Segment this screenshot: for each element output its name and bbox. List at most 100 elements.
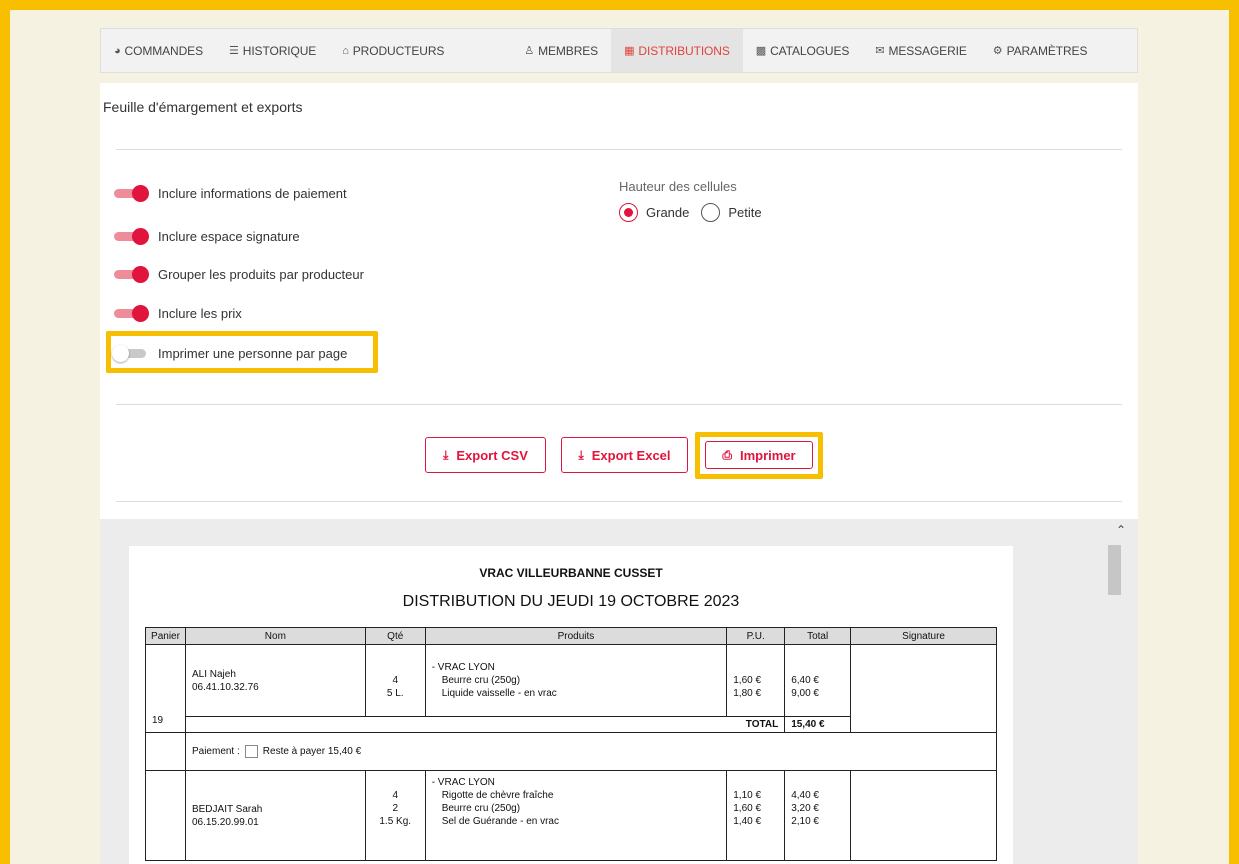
toggle-signature-space[interactable]: Inclure espace signature (114, 228, 300, 245)
total-cell: 4,40 € 3,20 € 2,10 € (784, 770, 852, 861)
cell-height-radios: Grande Petite (619, 203, 762, 222)
line-total: 2,10 € (791, 816, 819, 827)
toggle-switch[interactable] (112, 345, 150, 362)
panier-cell (145, 770, 186, 861)
producer-name: - VRAC LYON (431, 777, 495, 788)
pu-cell: 1,60 € 1,80 € (726, 644, 786, 717)
empty-cell (145, 732, 186, 771)
distribution-table: Panier Nom Qté Produits P.U. Total Signa… (145, 627, 998, 861)
product-name: Rigotte de chèvre fraîche (441, 790, 554, 801)
nav-catalogues[interactable]: ▩ CATALOGUES (743, 29, 863, 72)
divider (116, 149, 1122, 150)
farmer-icon: ⌂ (342, 44, 349, 57)
signature-cell (850, 644, 997, 733)
header-signature: Signature (850, 627, 997, 645)
toggle-include-prices[interactable]: Inclure les prix (114, 305, 242, 322)
toggle-switch[interactable] (114, 305, 150, 322)
nav-historique[interactable]: ☰ HISTORIQUE (216, 29, 329, 72)
qty-cell: 4 5 L. (364, 644, 426, 717)
nav-messagerie-label: MESSAGERIE (888, 43, 967, 58)
divider (116, 501, 1122, 502)
export-panel: Feuille d'émargement et exports Inclure … (100, 83, 1138, 519)
sheet-org: VRAC VILLEURBANNE CUSSET (479, 566, 663, 580)
unit-price: 1,10 € (733, 790, 762, 801)
toggle-payment-info[interactable]: Inclure informations de paiement (114, 185, 347, 202)
export-csv-button[interactable]: ⤓ Export CSV (425, 437, 546, 473)
nav-parametres-label: PARAMÈTRES (1006, 43, 1088, 58)
nav-producteurs[interactable]: ⌂ PRODUCTEURS (329, 29, 457, 72)
toggle-label: Inclure espace signature (158, 228, 300, 244)
member-cell: ALI Najeh 06.41.10.32.76 (184, 644, 366, 717)
main-nav: ◕ COMMANDES ☰ HISTORIQUE ⌂ PRODUCTEURS ♙… (100, 28, 1138, 73)
header-panier: Panier (145, 627, 186, 645)
print-preview[interactable]: ⌃ VRAC VILLEURBANNE CUSSET DISTRIBUTION … (100, 519, 1138, 864)
download-icon: ⤓ (578, 447, 584, 462)
member-cell: BEDJAIT Sarah 06.15.20.99.01 (184, 770, 366, 861)
table-header: Panier Nom Qté Produits P.U. Total Signa… (145, 627, 997, 645)
radio-petite-label: Petite (728, 205, 762, 220)
nav-membres-label: MEMBRES (538, 43, 599, 58)
toggle-switch[interactable] (114, 228, 150, 245)
total-label: TOTAL (184, 716, 786, 733)
signature-cell (850, 770, 997, 861)
export-excel-button[interactable]: ⤓ Export Excel (561, 437, 688, 473)
payment-cell: Paiement : Reste à payer 15,40 € (184, 732, 998, 771)
basket-icon: ◕ (114, 44, 121, 57)
panel-title: Feuille d'émargement et exports (103, 99, 303, 115)
total-value: 15,40 € (784, 716, 852, 733)
print-button[interactable]: ⎙ Imprimer (705, 441, 813, 469)
producer-name: - VRAC LYON (431, 662, 495, 673)
header-nom: Nom (184, 627, 366, 645)
payment-label: Paiement : (191, 746, 240, 758)
unit-price: 1,80 € (733, 688, 762, 699)
line-total: 6,40 € (791, 675, 819, 686)
nav-distributions-label: DISTRIBUTIONS (638, 43, 730, 58)
radio-grande[interactable] (619, 203, 638, 222)
printer-icon: ⎙ (722, 447, 732, 462)
radio-grande-label: Grande (646, 205, 690, 220)
radio-petite[interactable] (701, 203, 721, 222)
member-name: BEDJAIT Sarah (191, 804, 263, 815)
pu-cell: 1,10 € 1,60 € 1,40 € (726, 770, 786, 861)
header-pu: P.U. (726, 627, 786, 645)
toggle-group-by-producer[interactable]: Grouper les produits par producteur (114, 266, 364, 283)
list-icon: ☰ (228, 45, 239, 57)
nav-historique-label: HISTORIQUE (242, 43, 317, 58)
nav-parametres[interactable]: ⚙ PARAMÈTRES (980, 29, 1101, 72)
header-total: Total (784, 627, 852, 645)
payment-checkbox[interactable] (244, 745, 258, 758)
toggle-label: Inclure informations de paiement (158, 185, 347, 201)
envelope-icon: ✉ (875, 45, 885, 57)
member-phone: 06.41.10.32.76 (191, 681, 259, 693)
app: ◕ COMMANDES ☰ HISTORIQUE ⌂ PRODUCTEURS ♙… (100, 28, 1138, 864)
book-icon: ▩ (755, 45, 767, 57)
toggle-label: Inclure les prix (158, 305, 242, 321)
nav-messagerie[interactable]: ✉ MESSAGERIE (862, 29, 979, 72)
nav-producteurs-label: PRODUCTEURS (352, 43, 445, 58)
member-phone: 06.15.20.99.01 (191, 817, 259, 828)
panier-cell: 19 (145, 644, 186, 733)
products-cell: - VRAC LYON Rigotte de chèvre fraîche Be… (424, 770, 728, 861)
scrollbar-thumb[interactable] (1108, 545, 1121, 595)
unit-price: 1,60 € (733, 803, 762, 814)
unit-price: 1,60 € (733, 675, 762, 686)
header-produits: Produits (424, 627, 728, 645)
divider (116, 404, 1122, 405)
toggle-switch[interactable] (114, 266, 150, 283)
payment-text: Reste à payer 15,40 € (262, 746, 362, 758)
line-total: 9,00 € (791, 688, 819, 699)
nav-membres[interactable]: ♙ MEMBRES (511, 29, 611, 72)
export-excel-label: Export Excel (591, 447, 671, 463)
toggle-one-person-per-page[interactable]: Imprimer une personne par page (112, 345, 347, 362)
preview-sheet: VRAC VILLEURBANNE CUSSET DISTRIBUTION DU… (129, 546, 1013, 864)
payment-row: Paiement : Reste à payer 15,40 € (145, 732, 998, 771)
chevron-up-icon[interactable]: ⌃ (1116, 523, 1126, 537)
toggle-switch[interactable] (114, 185, 150, 202)
product-name: Beurre cru (250g) (441, 675, 521, 686)
cell-height-label: Hauteur des cellules (619, 179, 737, 194)
sheet-title: DISTRIBUTION DU JEUDI 19 OCTOBRE 2023 (402, 593, 740, 610)
nav-distributions[interactable]: ▦ DISTRIBUTIONS (611, 29, 743, 72)
nav-commandes[interactable]: ◕ COMMANDES (101, 29, 216, 72)
nav-commandes-label: COMMANDES (124, 43, 204, 58)
